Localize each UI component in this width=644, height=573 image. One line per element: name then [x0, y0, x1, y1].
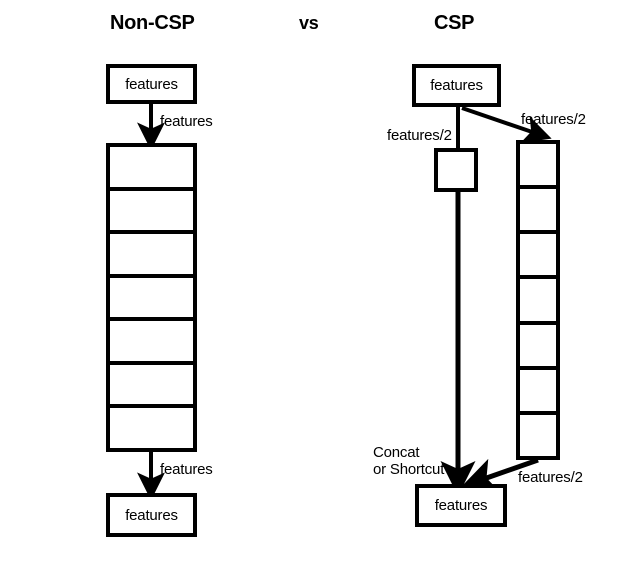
right-split-right-label: features/2: [521, 111, 586, 128]
right-stack-cell: [520, 324, 556, 370]
right-stack-cell: [520, 369, 556, 415]
left-input-box: features: [106, 64, 197, 104]
right-stack-cell: [520, 234, 556, 280]
left-output-box: features: [106, 493, 197, 537]
right-input-box-label: features: [430, 77, 483, 94]
right-stack-cell: [520, 144, 556, 190]
left-stack-cell: [110, 321, 193, 365]
right-merge-right-label: features/2: [518, 469, 583, 486]
title-vs: vs: [299, 13, 319, 33]
right-output-box: features: [415, 484, 507, 527]
left-stack-cell: [110, 364, 193, 409]
right-merge-label-line2: or Shortcut: [373, 461, 445, 478]
left-stack-cell: [110, 277, 193, 322]
left-input-box-label: features: [125, 75, 178, 93]
right-split-left-label: features/2: [387, 127, 452, 144]
csp-comparison-diagram: Non-CSP vs CSP features features feature…: [0, 0, 644, 573]
title-csp: CSP: [434, 12, 475, 34]
left-stack-cell: [110, 190, 193, 235]
left-stack-cell: [110, 234, 193, 278]
right-input-box: features: [412, 64, 501, 107]
left-output-arrow-label: features: [160, 461, 213, 478]
right-output-box-label: features: [434, 497, 488, 514]
right-stack-cell: [520, 189, 556, 235]
right-stack-cell: [520, 279, 556, 325]
left-stack-cell: [110, 147, 193, 191]
right-stack-cell: [520, 414, 556, 456]
title-non-csp: Non-CSP: [110, 12, 195, 34]
left-input-arrow-label: features: [160, 113, 213, 130]
right-merge-label-line1: Concat: [373, 444, 420, 461]
right-block-stack: [516, 140, 560, 460]
left-output-box-label: features: [125, 506, 178, 524]
left-block-stack: [106, 143, 197, 452]
left-stack-cell: [110, 408, 193, 449]
right-shortcut-box: [434, 148, 478, 192]
